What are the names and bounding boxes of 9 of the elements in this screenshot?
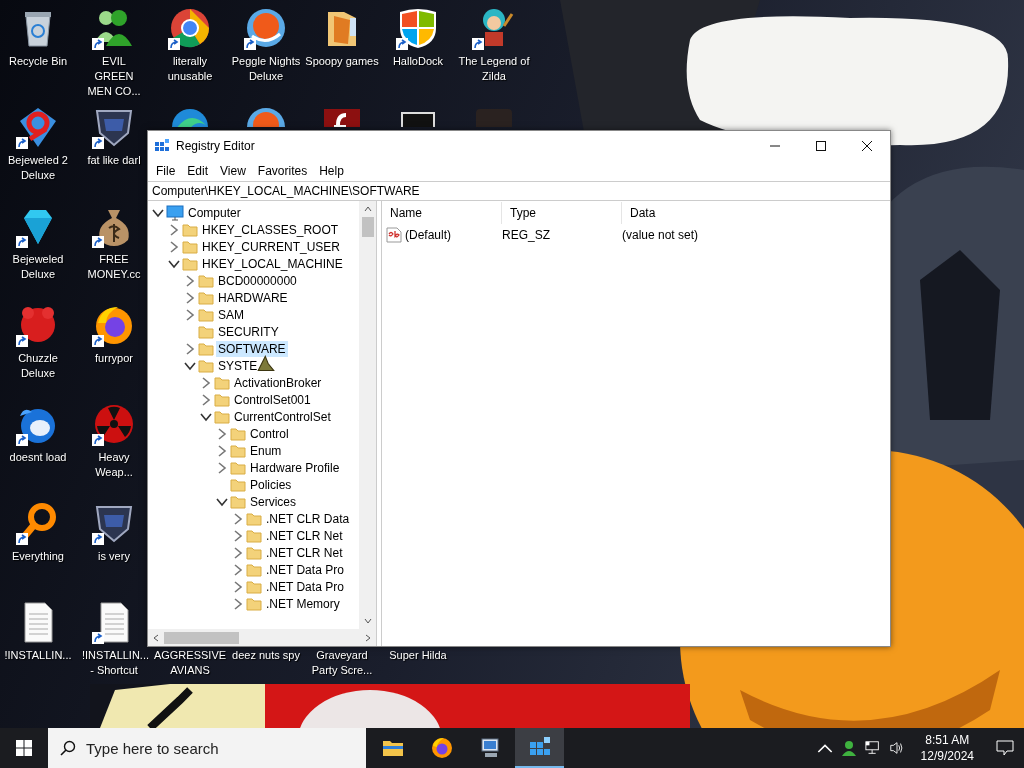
- person-icon[interactable]: [840, 740, 857, 756]
- notification-icon[interactable]: [996, 740, 1014, 756]
- search-icon: [60, 740, 76, 756]
- clock-button[interactable]: 8:51 AM 12/9/2024: [920, 732, 974, 764]
- network-icon[interactable]: [864, 740, 881, 756]
- windows-logo-icon: [16, 740, 32, 756]
- search-field[interactable]: Type here to search: [48, 728, 366, 768]
- speaker-icon[interactable]: [888, 740, 905, 756]
- fox-globe-icon: [429, 736, 454, 760]
